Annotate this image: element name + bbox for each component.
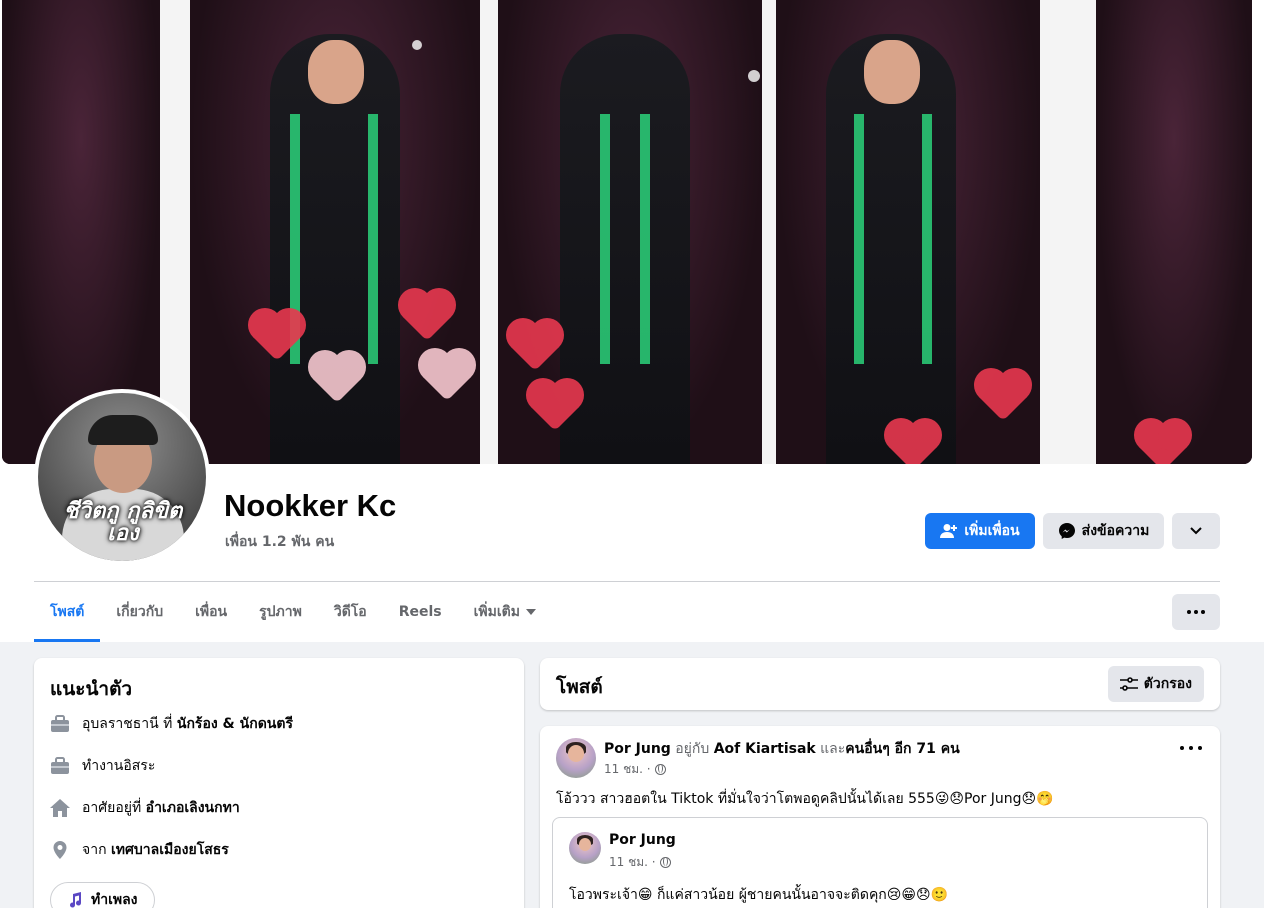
cover-photo[interactable] — [2, 0, 1252, 464]
post-others-link[interactable]: คนอื่นๆ อีก 71 คน — [845, 741, 959, 757]
caret-down-icon — [525, 609, 536, 615]
filter-icon — [1119, 677, 1138, 691]
add-friend-label: เพิ่มเพื่อน — [964, 523, 1020, 539]
location-pin-icon — [53, 841, 67, 859]
intro-item-prefix: อาศัยอยู่ที่ — [82, 800, 146, 816]
post-meta: 11 ชม. · — [604, 760, 666, 779]
cover-divider — [480, 0, 498, 464]
intro-item-highlight[interactable]: เทศบาลเมืองยโสธร — [111, 842, 229, 858]
post-author-name[interactable]: Por Jung — [604, 741, 671, 757]
tab-label: เพื่อน — [195, 604, 228, 620]
singer-figure — [826, 34, 956, 464]
heart-decoration — [1138, 422, 1188, 464]
intro-item-highlight[interactable]: นักร้อง & นักดนตรี — [177, 716, 293, 732]
tab-more[interactable]: เพิ่มเติม — [458, 582, 552, 642]
avatar-caption: ชีวิตกู กูลิขิตเอง — [63, 499, 183, 546]
intro-item-lives-in: อาศัยอยู่ที่ อำเภอเลิงนกทา — [50, 797, 240, 819]
tab-label: เกี่ยวกับ — [116, 604, 164, 620]
post-with-text: อยู่กับ — [670, 741, 714, 757]
more-options-button[interactable] — [1172, 513, 1220, 549]
intro-title: แนะนำตัว — [50, 678, 133, 700]
tab-videos[interactable]: วิดีโอ — [318, 582, 383, 642]
music-chip[interactable]: ทำเพลง — [50, 882, 155, 908]
post-card: Por Jung อยู่กับ Aof Kiartisak และคนอื่น… — [540, 726, 1220, 908]
globe-icon — [654, 764, 666, 775]
posts-header-card: โพสต์ ตัวกรอง — [540, 658, 1220, 710]
post-and-text: และ — [815, 741, 846, 757]
message-label: ส่งข้อความ — [1081, 523, 1150, 539]
messenger-icon — [1058, 523, 1075, 539]
post-text: โอ้ววว สาวฮอตใน Tiktok ที่มั่นใจว่าโตพอด… — [556, 791, 1054, 807]
cover-panel — [190, 0, 480, 464]
tab-label: วิดีโอ — [333, 604, 367, 620]
tab-friends[interactable]: เพื่อน — [179, 582, 243, 642]
shared-author-name[interactable]: Por Jung — [609, 832, 676, 848]
tab-about[interactable]: เกี่ยวกับ — [100, 582, 179, 642]
intro-item-freelance: ทำงานอิสระ — [50, 755, 155, 777]
chevron-down-icon — [1190, 527, 1202, 535]
tab-label: Reels — [398, 604, 442, 620]
tab-photos[interactable]: รูปภาพ — [243, 582, 318, 642]
intro-item-work: อุบลราชธานี ที่ นักร้อง & นักดนตรี — [50, 713, 293, 735]
cover-divider — [1040, 0, 1096, 464]
cover-divider — [160, 0, 190, 464]
heart-decoration — [510, 322, 560, 372]
stage-light — [412, 40, 422, 50]
tab-label: โพสต์ — [50, 604, 85, 620]
home-icon — [50, 799, 70, 817]
tab-reels[interactable]: Reels — [383, 582, 458, 642]
cover-panel — [1096, 0, 1252, 464]
message-button[interactable]: ส่งข้อความ — [1043, 513, 1164, 549]
briefcase-icon — [51, 715, 69, 732]
filter-label: ตัวกรอง — [1143, 676, 1192, 692]
shared-post-header: Por Jung — [609, 832, 676, 848]
intro-item-from: จาก เทศบาลเมืองยโสธร — [50, 839, 229, 861]
add-friend-button[interactable]: เพิ่มเพื่อน — [925, 513, 1035, 549]
profile-picture[interactable]: ชีวิตกู กูลิขิตเอง — [34, 389, 210, 565]
intro-item-prefix: ทำงานอิสระ — [82, 758, 156, 774]
shared-post-text: โอวพระเจ้า😁 ก็แค่สาวน้อย ผู้ชายคนนั้นอาจ… — [569, 887, 948, 903]
shared-post-meta: 11 ชม. · — [609, 853, 671, 872]
tab-label: รูปภาพ — [259, 604, 302, 620]
heart-decoration — [978, 372, 1028, 422]
intro-item-text: จาก เทศบาลเมืองยโสธร — [82, 839, 229, 861]
tab-posts[interactable]: โพสต์ — [34, 582, 101, 642]
cover-panel — [498, 0, 762, 464]
cover-panel — [776, 0, 1040, 464]
shared-post-timestamp[interactable]: 11 ชม. · — [609, 853, 656, 872]
cover-divider — [762, 0, 776, 464]
music-note-icon — [70, 892, 82, 908]
intro-card: แนะนำตัว อุบลราชธานี ที่ นักร้อง & นักดน… — [34, 658, 524, 908]
avatar: ชีวิตกู กูลิขิตเอง — [38, 393, 206, 561]
shared-post[interactable]: Por Jung 11 ชม. · โอวพระเจ้า😁 ก็แค่สาวน้… — [552, 817, 1208, 908]
add-person-icon — [940, 524, 958, 538]
profile-tabs: โพสต์ เกี่ยวกับ เพื่อน รูปภาพ วิดีโอ Ree… — [34, 582, 552, 642]
intro-item-text: อุบลราชธานี ที่ นักร้อง & นักดนตรี — [82, 713, 293, 735]
profile-header: ชีวิตกู กูลิขิตเอง Nookker Kc เพื่อน 1.2… — [0, 0, 1264, 642]
post-options-button[interactable] — [1180, 746, 1202, 750]
filter-button[interactable]: ตัวกรอง — [1107, 666, 1204, 702]
tab-label: เพิ่มเติม — [473, 604, 520, 620]
post-timestamp[interactable]: 11 ชม. · — [604, 760, 651, 779]
intro-item-highlight[interactable]: อำเภอเลิงนกทา — [146, 800, 240, 816]
post-tagged-name[interactable]: Aof Kiartisak — [714, 741, 816, 757]
globe-icon — [659, 857, 671, 868]
intro-item-text: อาศัยอยู่ที่ อำเภอเลิงนกทา — [82, 797, 240, 819]
tabs-overflow-button[interactable] — [1172, 594, 1220, 630]
heart-decoration — [402, 292, 452, 342]
briefcase-icon — [51, 757, 69, 774]
posts-title: โพสต์ — [556, 676, 603, 698]
friends-count[interactable]: เพื่อน 1.2 พัน คน — [225, 531, 334, 553]
intro-item-prefix: จาก — [82, 842, 111, 858]
post-author-avatar[interactable] — [556, 738, 596, 778]
intro-item-text: ทำงานอิสระ — [82, 755, 155, 777]
music-chip-label: ทำเพลง — [91, 892, 138, 908]
stage-light — [748, 70, 760, 82]
profile-name: Nookker Kc — [224, 488, 397, 523]
shared-author-avatar[interactable] — [569, 832, 601, 864]
heart-decoration — [422, 352, 472, 402]
post-header: Por Jung อยู่กับ Aof Kiartisak และคนอื่น… — [604, 738, 960, 760]
intro-item-prefix: อุบลราชธานี ที่ — [82, 716, 177, 732]
